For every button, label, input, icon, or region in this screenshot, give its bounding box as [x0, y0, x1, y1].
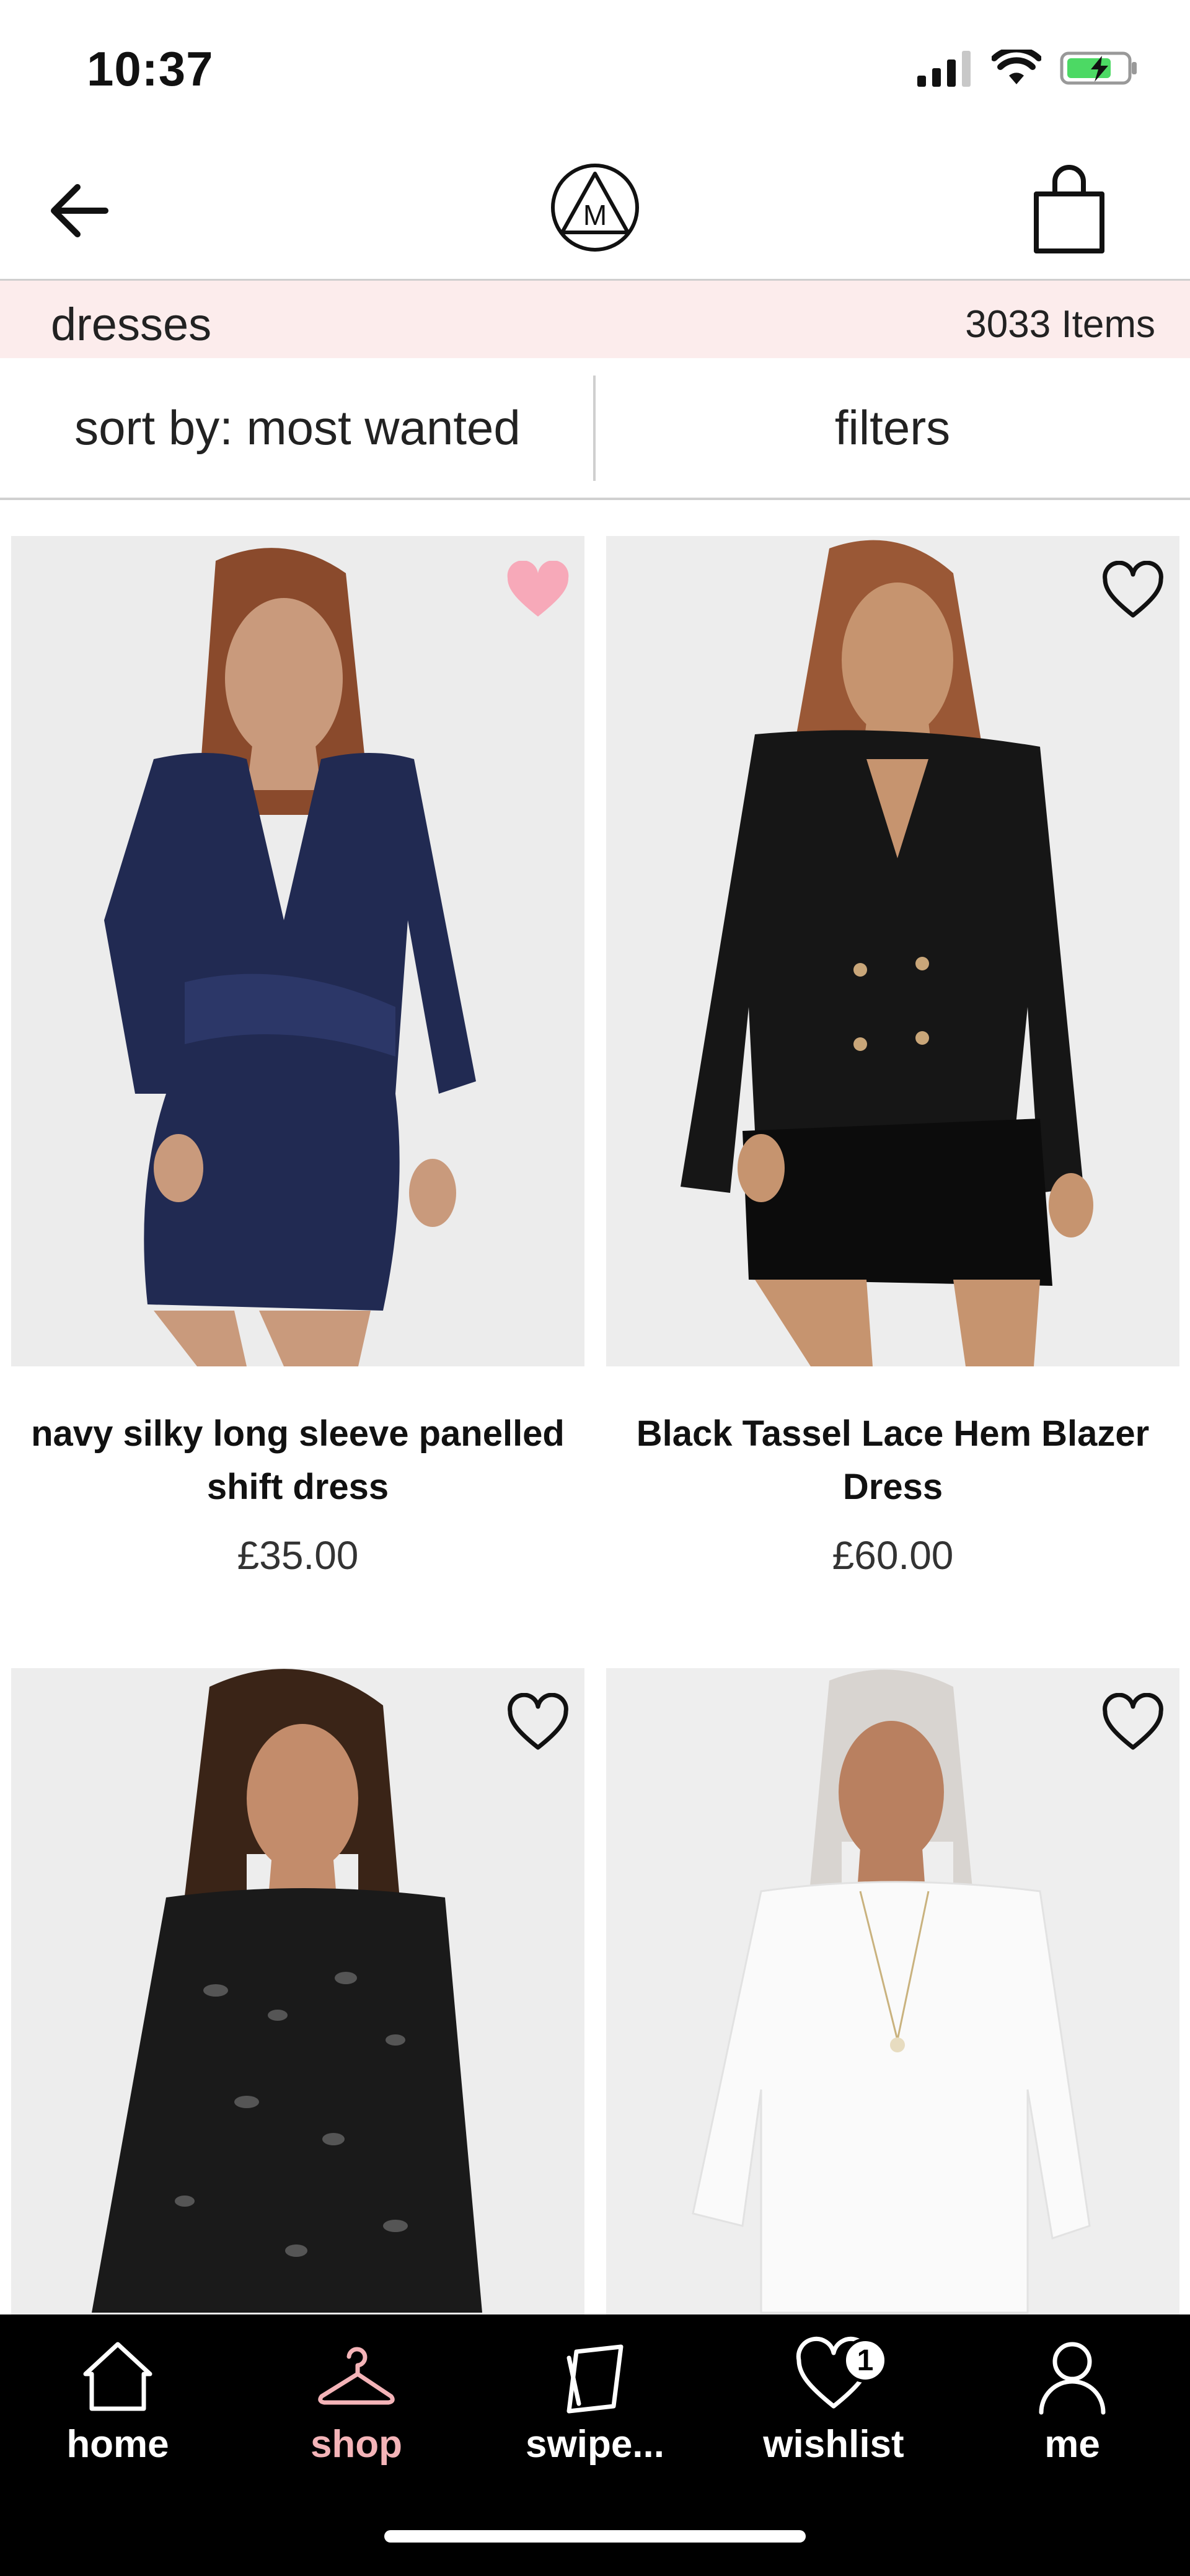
product-card[interactable]: Black Tassel Lace Hem Blazer Dress £60.0…	[606, 536, 1179, 1578]
product-name[interactable]: navy silky long sleeve panelled shift dr…	[11, 1407, 584, 1514]
battery-icon	[1060, 51, 1137, 85]
sort-filter-bar: sort by: most wanted filters	[0, 358, 1190, 500]
tab-wishlist[interactable]: 1 wishlist	[753, 2333, 914, 2482]
product-card[interactable]: navy silky long sleeve panelled shift dr…	[11, 536, 584, 1578]
wishlist-heart-icon[interactable]	[1099, 561, 1167, 623]
tab-home[interactable]: home	[37, 2333, 198, 2482]
model-photo-black-blazer-dress	[606, 536, 1179, 1366]
product-name[interactable]: Black Tassel Lace Hem Blazer Dress	[606, 1407, 1179, 1514]
wishlist-heart-icon[interactable]	[1099, 1693, 1167, 1755]
tab-bar: home shop swipe... 1 wishlist me	[0, 2314, 1190, 2576]
category-bar: dresses 3033 Items	[0, 281, 1190, 358]
sort-button[interactable]: sort by: most wanted	[0, 358, 595, 498]
category-title: dresses	[51, 299, 212, 350]
signal-icon	[917, 51, 971, 87]
tab-label: me	[1044, 2423, 1100, 2466]
tab-me[interactable]: me	[992, 2333, 1153, 2482]
status-icons	[917, 50, 1140, 87]
model-photo-navy-dress	[11, 536, 584, 1366]
product-image[interactable]	[606, 536, 1179, 1366]
tab-label: wishlist	[763, 2423, 904, 2466]
filters-button[interactable]: filters	[595, 358, 1190, 498]
house-icon	[83, 2342, 152, 2411]
wishlist-count-badge: 1	[843, 2338, 888, 2383]
item-count: 3033 Items	[965, 303, 1155, 346]
cards-icon	[566, 2344, 624, 2414]
home-indicator[interactable]	[384, 2530, 806, 2543]
status-time: 10:37	[87, 42, 214, 96]
shopping-bag-icon[interactable]	[1023, 164, 1116, 257]
wifi-icon	[992, 50, 1041, 84]
logo-letter: M	[583, 199, 607, 231]
tab-label: swipe...	[526, 2423, 664, 2466]
nav-bar: M	[0, 143, 1190, 281]
tab-shop[interactable]: shop	[276, 2333, 437, 2482]
tab-label: shop	[310, 2423, 403, 2466]
back-arrow-icon[interactable]	[43, 174, 118, 248]
wishlist-heart-icon[interactable]	[504, 1693, 572, 1755]
tab-label: home	[66, 2423, 169, 2466]
product-price: £60.00	[832, 1533, 954, 1578]
tab-swipe[interactable]: swipe...	[514, 2333, 676, 2482]
hanger-icon	[318, 2347, 395, 2405]
person-icon	[1039, 2342, 1106, 2415]
status-bar: 10:37	[0, 0, 1190, 143]
wishlist-heart-icon-filled[interactable]	[504, 561, 572, 623]
product-price: £35.00	[237, 1533, 359, 1578]
product-image[interactable]	[11, 536, 584, 1366]
brand-logo[interactable]: M	[549, 161, 641, 254]
